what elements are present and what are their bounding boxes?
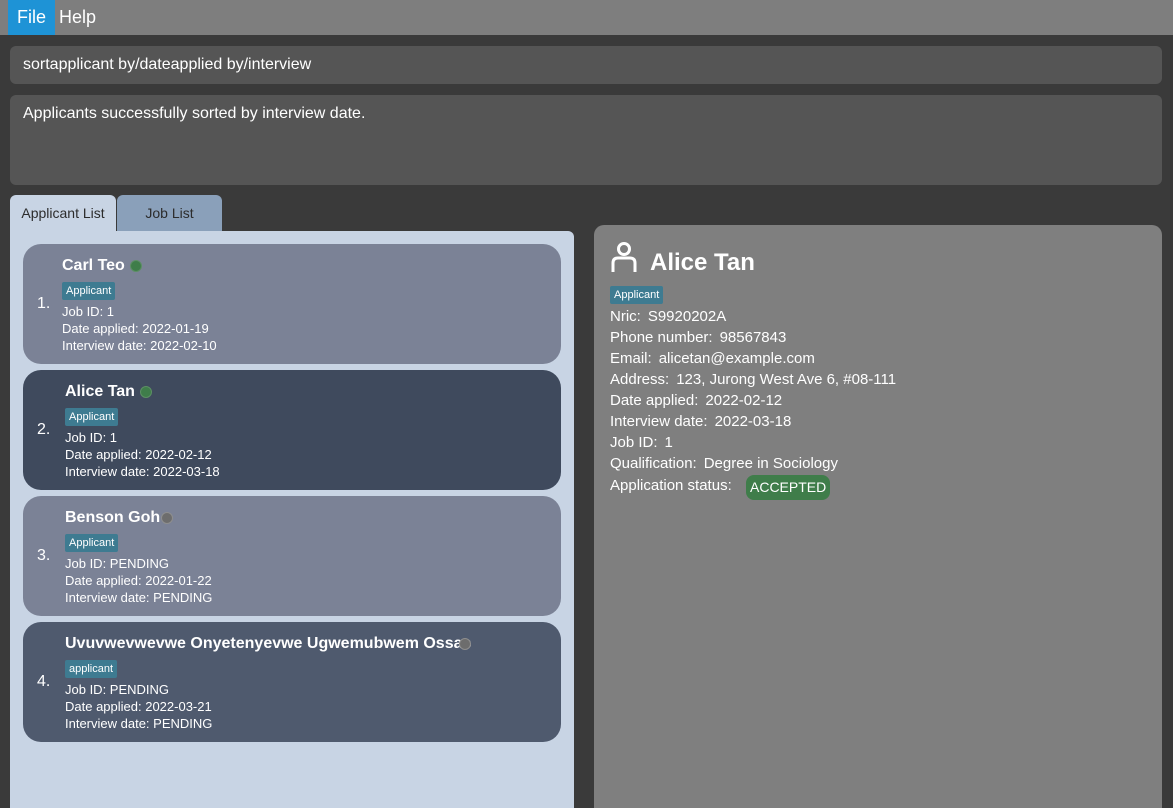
menu-bar: File Help bbox=[0, 0, 1173, 35]
qualification-value: Degree in Sociology bbox=[703, 455, 838, 472]
phone-label: Phone number: bbox=[610, 329, 713, 346]
file-menu[interactable]: File bbox=[8, 0, 56, 35]
phone-value: 98567843 bbox=[719, 329, 787, 346]
detail-tag: Applicant bbox=[610, 286, 664, 304]
command-box bbox=[10, 46, 1162, 84]
interview-date-label: Interview date: bbox=[610, 413, 708, 430]
application-status-label: Application status: bbox=[610, 477, 732, 494]
email-label: Email: bbox=[610, 350, 652, 367]
help-menu[interactable]: Help bbox=[50, 0, 105, 35]
date-applied: Date applied: 2022-01-22 bbox=[65, 573, 212, 588]
card-index: 4. bbox=[37, 673, 51, 690]
email-value: alicetan@example.com bbox=[658, 350, 815, 367]
applicant-card[interactable]: 1. Carl Teo Applicant Job ID: 1 Date app… bbox=[23, 244, 561, 364]
nric-value: S9920202A bbox=[647, 308, 727, 325]
applicant-tag: Applicant bbox=[65, 408, 119, 426]
applicant-list-panel[interactable]: 1. Carl Teo Applicant Job ID: 1 Date app… bbox=[10, 231, 574, 808]
address-label: Address: bbox=[610, 371, 670, 388]
nric-label: Nric: bbox=[610, 308, 641, 325]
job-id: Job ID: PENDING bbox=[65, 556, 170, 571]
detail-address: Address: 123, Jurong West Ave 6, #08-111 bbox=[610, 371, 896, 388]
detail-qualification: Qualification: Degree in Sociology bbox=[610, 455, 838, 472]
job-id: Job ID: 1 bbox=[62, 304, 115, 319]
interview-date: Interview date: PENDING bbox=[65, 716, 213, 731]
status-dot-icon bbox=[459, 638, 471, 650]
detail-email: Email: alicetan@example.com bbox=[610, 350, 815, 367]
date-applied-label: Date applied: bbox=[610, 392, 699, 409]
applicant-tag: Applicant bbox=[65, 534, 119, 552]
date-applied: Date applied: 2022-03-21 bbox=[65, 699, 212, 714]
applicant-card[interactable]: 2. Alice Tan Applicant Job ID: 1 Date ap… bbox=[23, 370, 561, 490]
detail-job-id: Job ID: 1 bbox=[610, 434, 673, 451]
interview-date-value: 2022-03-18 bbox=[714, 413, 792, 430]
detail-date-applied: Date applied: 2022-02-12 bbox=[610, 392, 782, 409]
date-applied: Date applied: 2022-02-12 bbox=[65, 447, 212, 462]
card-index: 1. bbox=[37, 295, 51, 312]
job-id: Job ID: PENDING bbox=[65, 682, 170, 697]
applicant-name: Benson Goh bbox=[65, 509, 161, 526]
status-dot-icon bbox=[161, 512, 173, 524]
applicant-name: Uvuvwevwevwe Onyetenyevwe Ugwemubwem Oss… bbox=[65, 635, 472, 652]
job-id-label: Job ID: bbox=[610, 434, 658, 451]
applicant-tag: applicant bbox=[65, 660, 118, 678]
date-applied: Date applied: 2022-01-19 bbox=[62, 321, 209, 336]
detail-phone: Phone number: 98567843 bbox=[610, 329, 786, 346]
application-status-badge: ACCEPTED bbox=[746, 475, 831, 500]
applicant-name: Alice Tan bbox=[65, 383, 135, 400]
job-id: Job ID: 1 bbox=[65, 430, 118, 445]
date-applied-value: 2022-02-12 bbox=[705, 392, 783, 409]
interview-date: Interview date: 2022-02-10 bbox=[62, 338, 217, 353]
command-input[interactable] bbox=[10, 46, 1162, 84]
job-id-value: 1 bbox=[664, 434, 673, 451]
card-index: 3. bbox=[37, 547, 51, 564]
applicant-card[interactable]: 4. Uvuvwevwevwe Onyetenyevwe Ugwemubwem … bbox=[23, 622, 561, 742]
interview-date: Interview date: PENDING bbox=[65, 590, 213, 605]
detail-application-status: Application status: bbox=[610, 477, 732, 494]
status-dot-icon bbox=[140, 386, 152, 398]
applicant-card[interactable]: 3. Benson Goh Applicant Job ID: PENDING … bbox=[23, 496, 561, 616]
result-message: Applicants successfully sorted by interv… bbox=[23, 105, 366, 122]
tab-applicant-list[interactable]: Applicant List bbox=[10, 195, 116, 232]
qualification-label: Qualification: bbox=[610, 455, 697, 472]
result-display: Applicants successfully sorted by interv… bbox=[10, 95, 1162, 185]
interview-date: Interview date: 2022-03-18 bbox=[65, 464, 220, 479]
person-icon bbox=[611, 242, 637, 272]
applicant-tag: Applicant bbox=[62, 282, 116, 300]
applicant-detail-panel: Alice Tan Applicant Nric: S9920202A Phone… bbox=[594, 225, 1162, 808]
status-dot-icon bbox=[130, 260, 142, 272]
address-value: 123, Jurong West Ave 6, #08-111 bbox=[676, 371, 897, 388]
detail-name: Alice Tan bbox=[650, 249, 755, 276]
card-index: 2. bbox=[37, 421, 51, 438]
applicant-name: Carl Teo bbox=[62, 257, 125, 274]
tab-job-list[interactable]: Job List bbox=[117, 195, 222, 232]
detail-interview-date: Interview date: 2022-03-18 bbox=[610, 413, 791, 430]
detail-nric: Nric: S9920202A bbox=[610, 308, 726, 325]
